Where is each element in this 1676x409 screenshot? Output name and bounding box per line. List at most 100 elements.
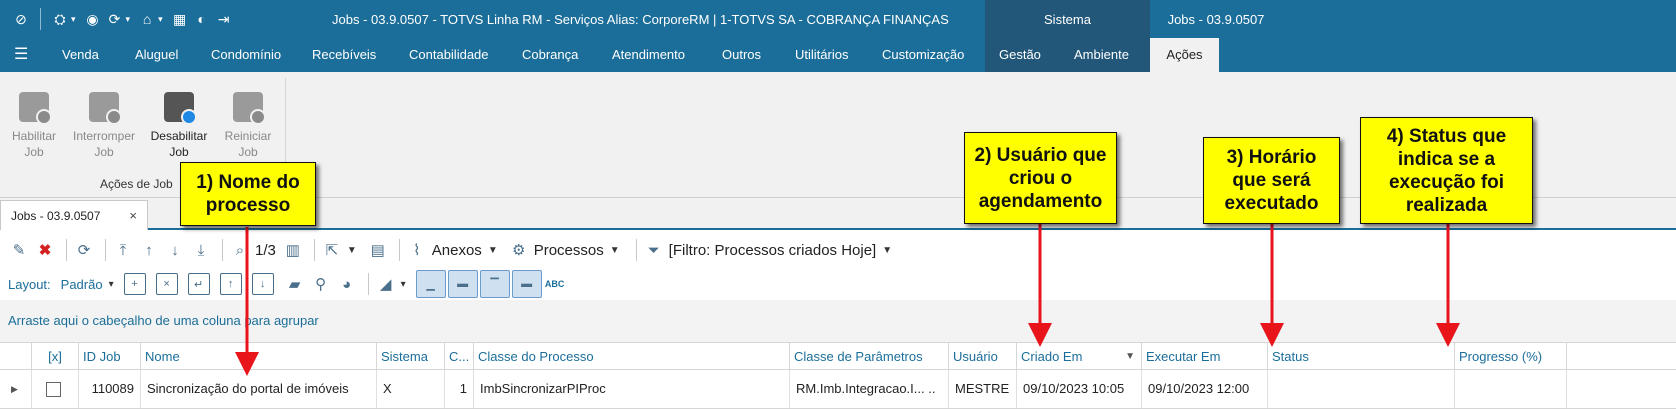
document-icon[interactable]: ▤	[367, 238, 389, 262]
refresh-icon[interactable]: ⟳	[73, 238, 95, 262]
import-icon[interactable]: ↵	[187, 273, 210, 295]
column-header-nome[interactable]: Nome	[140, 343, 376, 370]
column-header-progresso[interactable]: Progresso (%)	[1454, 343, 1566, 370]
interrupt-job-icon	[89, 92, 122, 125]
menu-venda[interactable]: Venda	[62, 38, 99, 72]
next-record-icon[interactable]: ↓	[164, 238, 186, 262]
layout-middle-icon[interactable]: ▬	[511, 270, 542, 298]
main-menu-icon[interactable]: ☰	[14, 38, 28, 72]
menu-customizacao[interactable]: Customização	[882, 38, 964, 72]
column-header-status[interactable]: Status	[1267, 343, 1454, 370]
view-icon[interactable]: ◉	[82, 8, 104, 30]
column-header-classe-parametros[interactable]: Classe de Parâmetros	[789, 343, 948, 370]
add-icon[interactable]: +	[123, 273, 146, 295]
button-label: Desabilitar	[150, 129, 208, 143]
context-tab-sistema[interactable]: Sistema	[985, 0, 1150, 38]
filter-button[interactable]: [Filtro: Processos criados Hoje]	[669, 242, 877, 259]
home-icon[interactable]: ⌂	[136, 8, 158, 30]
menu-recebiveis[interactable]: Recebíveis	[312, 38, 376, 72]
cell-usuario: MESTRE	[948, 370, 1016, 408]
chevron-down-icon[interactable]: ▾	[71, 14, 76, 25]
menu-gestao[interactable]: Gestão	[999, 38, 1041, 72]
upload-icon[interactable]: ↑	[219, 273, 242, 295]
anexos-button[interactable]: Anexos	[432, 242, 482, 259]
column-header-usuario[interactable]: Usuário	[948, 343, 1016, 370]
chevron-down-icon[interactable]: ▾	[158, 14, 163, 25]
last-record-icon[interactable]: ⤓	[190, 238, 212, 262]
export-icon[interactable]: ⇱	[321, 238, 343, 262]
callout-line: 3) Horário	[1226, 147, 1317, 168]
interrupt-job-button[interactable]: Interromper Job	[70, 92, 138, 160]
chevron-down-icon[interactable]: ▼	[488, 245, 498, 256]
color-icon[interactable]: ◕	[336, 272, 358, 296]
layout-top-icon[interactable]: ▔	[479, 270, 510, 298]
restart-job-button[interactable]: Reiniciar Job	[219, 92, 277, 160]
refresh-icon[interactable]: ⟳	[104, 8, 126, 30]
previous-record-icon[interactable]: ↑	[138, 238, 160, 262]
enable-job-icon	[19, 92, 52, 125]
column-header-select[interactable]: [x]	[31, 343, 78, 370]
processos-button[interactable]: Processos	[534, 242, 604, 259]
pin-icon[interactable]: ⚲	[310, 272, 332, 296]
download-icon[interactable]: ↓	[251, 273, 274, 295]
close-icon[interactable]: ×	[129, 208, 137, 223]
enable-job-button[interactable]: Habilitar Job	[5, 92, 63, 160]
chevron-down-icon[interactable]: ▼	[347, 245, 357, 256]
table-row[interactable]: ▶ 110089 Sincronização do portal de imóv…	[0, 370, 1676, 409]
divider	[222, 239, 223, 261]
app-menu-icon[interactable]: ⊘	[10, 8, 32, 30]
menu-ambiente[interactable]: Ambiente	[1074, 38, 1129, 72]
chevron-down-icon[interactable]: ▾	[126, 14, 131, 25]
disable-job-button[interactable]: Desabilitar Job	[147, 92, 211, 160]
row-checkbox[interactable]	[46, 382, 61, 398]
menu-atendimento[interactable]: Atendimento	[612, 38, 685, 72]
callout-line: executado	[1224, 193, 1319, 214]
column-header-c[interactable]: C...	[444, 343, 473, 370]
exit-icon[interactable]: ⇥	[213, 8, 235, 30]
delete-icon[interactable]: ✖	[34, 238, 56, 262]
chevron-down-icon[interactable]: ▼	[610, 245, 620, 256]
context-tab-jobs[interactable]: Jobs - 03.9.0507	[1150, 0, 1282, 38]
button-label: Interromper	[72, 129, 136, 143]
spellcheck-icon[interactable]: ABC	[544, 272, 566, 296]
first-record-icon[interactable]: ⤒	[112, 238, 134, 262]
layout-bottom-icon[interactable]: ▁	[415, 270, 446, 298]
menu-contabilidade[interactable]: Contabilidade	[409, 38, 489, 72]
document-tab-jobs[interactable]: Jobs - 03.9.0507 ×	[0, 200, 148, 230]
chart-icon[interactable]: ◢	[375, 272, 397, 296]
button-label: Job	[94, 145, 114, 159]
disable-job-icon	[164, 92, 197, 125]
layout-split-icon[interactable]: ▬	[447, 270, 478, 298]
column-header-id-job[interactable]: ID Job	[78, 343, 140, 370]
paint-icon[interactable]: ▰	[284, 272, 306, 296]
help-icon[interactable]: ◐	[191, 8, 213, 30]
chevron-down-icon[interactable]: ▼	[882, 245, 892, 256]
chevron-down-icon[interactable]: ▾	[109, 279, 114, 290]
column-header-sistema[interactable]: Sistema	[376, 343, 444, 370]
menu-condominio[interactable]: Condomínio	[211, 38, 281, 72]
search-icon[interactable]: ⌕	[229, 238, 251, 262]
menu-aluguel[interactable]: Aluguel	[135, 38, 178, 72]
hierarchy-icon[interactable]: ⛭	[49, 8, 71, 30]
remove-icon[interactable]: ×	[155, 273, 178, 295]
callout-nome-processo: 1) Nome do processo	[180, 162, 316, 226]
grid-icon[interactable]: ▦	[169, 8, 191, 30]
cell-nome: Sincronização do portal de imóveis	[140, 370, 376, 408]
menu-utilitarios[interactable]: Utilitários	[795, 38, 848, 72]
callout-line: realizada	[1405, 194, 1488, 216]
layout-select[interactable]: Padrão	[61, 277, 103, 292]
button-label: Habilitar	[11, 129, 56, 143]
columns-icon[interactable]: ▥	[282, 238, 304, 262]
menu-outros[interactable]: Outros	[722, 38, 761, 72]
menu-cobranca[interactable]: Cobrança	[522, 38, 578, 72]
menu-acoes[interactable]: Ações	[1150, 38, 1219, 72]
window-title: Jobs - 03.9.0507 - TOTVS Linha RM - Serv…	[332, 12, 949, 27]
column-header-executar-em[interactable]: Executar Em	[1141, 343, 1267, 370]
callout-line: que será	[1232, 170, 1311, 191]
edit-icon[interactable]: ✎	[8, 238, 30, 262]
cell-sistema: X	[376, 370, 444, 408]
column-header-criado-em[interactable]: Criado Em ▼	[1016, 343, 1141, 370]
column-header-label: Criado Em	[1021, 349, 1083, 364]
chevron-down-icon[interactable]: ▾	[401, 279, 406, 290]
column-header-classe-processo[interactable]: Classe do Processo	[473, 343, 789, 370]
